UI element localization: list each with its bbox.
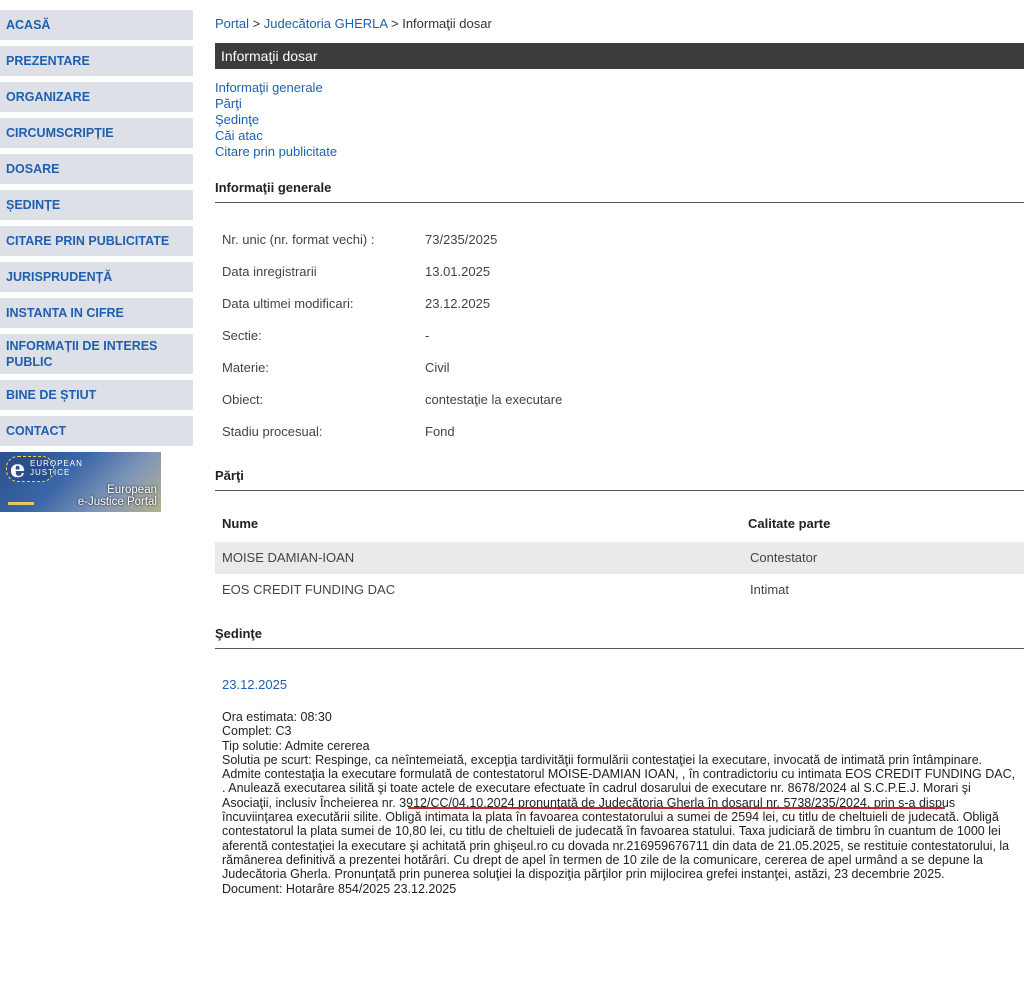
anchor-sedinte[interactable]: Şedinţe: [215, 112, 337, 128]
info-value: -: [425, 328, 430, 343]
info-value: contestaţie la executare: [425, 392, 563, 407]
nav-item-bine-de-stiut[interactable]: BINE DE ȘTIUT: [0, 380, 193, 410]
table-row: EOS CREDIT FUNDING DAC Intimat: [215, 574, 1024, 606]
ejustice-logo-text: EUROPEAN JUSTICE: [30, 459, 83, 477]
red-annotation-underline: [408, 807, 945, 809]
party-role: Contestator: [750, 550, 818, 565]
nav-item-citare[interactable]: CITARE PRIN PUBLICITATE: [0, 226, 193, 256]
page-title: Informaţii dosar: [215, 43, 1024, 69]
info-label: Sectie:: [222, 328, 262, 343]
info-row: Data inregistrarii 13.01.2025: [222, 264, 562, 296]
info-label: Obiect:: [222, 392, 264, 407]
nav-item-prezentare[interactable]: PREZENTARE: [0, 46, 193, 76]
info-label: Materie:: [222, 360, 269, 375]
hearing-solution-text: Solutia pe scurt: Respinge, ca neîntemei…: [222, 752, 1016, 882]
hearing-solution-type: Tip solutie: Admite cererea: [222, 738, 370, 753]
info-row: Stadiu procesual: Fond: [222, 424, 562, 456]
party-name: MOISE DAMIAN-IOAN: [222, 550, 355, 565]
nav-item-circumscriptie[interactable]: CIRCUMSCRIPȚIE: [0, 118, 193, 148]
breadcrumb-court-link[interactable]: Judecătoria GHERLA: [264, 16, 388, 31]
info-value: Fond: [425, 424, 455, 439]
info-label: Stadiu procesual:: [222, 424, 323, 439]
section-anchor-links: Informaţii generale Părţi Şedinţe Căi at…: [215, 80, 337, 160]
section-heading-informatii-generale: Informaţii generale: [215, 180, 1024, 203]
nav-item-organizare[interactable]: ORGANIZARE: [0, 82, 193, 112]
info-label: Data ultimei modificari:: [222, 296, 354, 311]
party-name: EOS CREDIT FUNDING DAC: [222, 582, 396, 597]
nav-item-contact[interactable]: CONTACT: [0, 416, 193, 446]
info-row: Data ultimei modificari: 23.12.2025: [222, 296, 562, 328]
general-info-table: Nr. unic (nr. format vechi) : 73/235/2025…: [222, 232, 562, 456]
column-header-nume: Nume: [222, 516, 259, 531]
info-row: Nr. unic (nr. format vechi) : 73/235/2025: [222, 232, 562, 264]
breadcrumb-portal-link[interactable]: Portal: [215, 16, 249, 31]
nav-item-sedinte[interactable]: ȘEDINȚE: [0, 190, 193, 220]
info-row: Sectie: -: [222, 328, 562, 360]
info-row: Materie: Civil: [222, 360, 562, 392]
info-value: 23.12.2025: [425, 296, 491, 311]
info-label: Nr. unic (nr. format vechi) :: [222, 232, 375, 247]
breadcrumb-current: Informaţii dosar: [402, 16, 492, 31]
hearing-document: Document: Hotarâre 854/2025 23.12.2025: [222, 881, 457, 896]
hearing-time: Ora estimata: 08:30: [222, 710, 332, 724]
ejustice-portal-text: European e-Justice Portal: [77, 484, 157, 508]
party-role: Intimat: [750, 582, 790, 597]
sidebar-nav: ACASĂ PREZENTARE ORGANIZARE CIRCUMSCRIPȚ…: [0, 10, 193, 512]
hearing-details: Ora estimata: 08:30 Complet: C3 Tip solu…: [222, 710, 1022, 896]
anchor-cai-atac[interactable]: Căi atac: [215, 128, 337, 144]
ejustice-portal-banner[interactable]: e EUROPEAN JUSTICE European e-Justice Po…: [0, 452, 161, 512]
nav-item-instanta-in-cifre[interactable]: INSTANTA IN CIFRE: [0, 298, 193, 328]
section-heading-sedinte: Şedinţe: [215, 626, 1024, 649]
info-value: 73/235/2025: [425, 232, 498, 247]
info-value: 13.01.2025: [425, 264, 491, 279]
breadcrumb: Portal > Judecătoria GHERLA > Informaţii…: [215, 16, 492, 31]
info-label: Data inregistrarii: [222, 264, 317, 279]
info-row: Obiect: contestaţie la executare: [222, 392, 562, 424]
nav-item-acasa[interactable]: ACASĂ: [0, 10, 193, 40]
table-row: MOISE DAMIAN-IOAN Contestator: [215, 542, 1024, 574]
nav-item-jurisprudenta[interactable]: JURISPRUDENȚĂ: [0, 262, 193, 292]
breadcrumb-separator: >: [387, 16, 403, 31]
anchor-citare-publicitate[interactable]: Citare prin publicitate: [215, 144, 337, 160]
anchor-parti[interactable]: Părţi: [215, 96, 337, 112]
nav-item-informatii-interes-public[interactable]: INFORMAȚII DE INTERES PUBLIC: [0, 334, 193, 374]
hearing-date: 23.12.2025: [222, 677, 288, 692]
breadcrumb-separator: >: [248, 16, 264, 31]
nav-item-dosare[interactable]: DOSARE: [0, 154, 193, 184]
anchor-informatii-generale[interactable]: Informaţii generale: [215, 80, 337, 96]
ejustice-logo-letter: e: [10, 454, 26, 483]
section-heading-parti: Părţi: [215, 468, 1024, 491]
column-header-calitate: Calitate parte: [748, 516, 831, 531]
hearing-panel: Complet: C3: [222, 724, 292, 739]
scales-icon: [8, 486, 34, 505]
info-value: Civil: [425, 360, 450, 375]
